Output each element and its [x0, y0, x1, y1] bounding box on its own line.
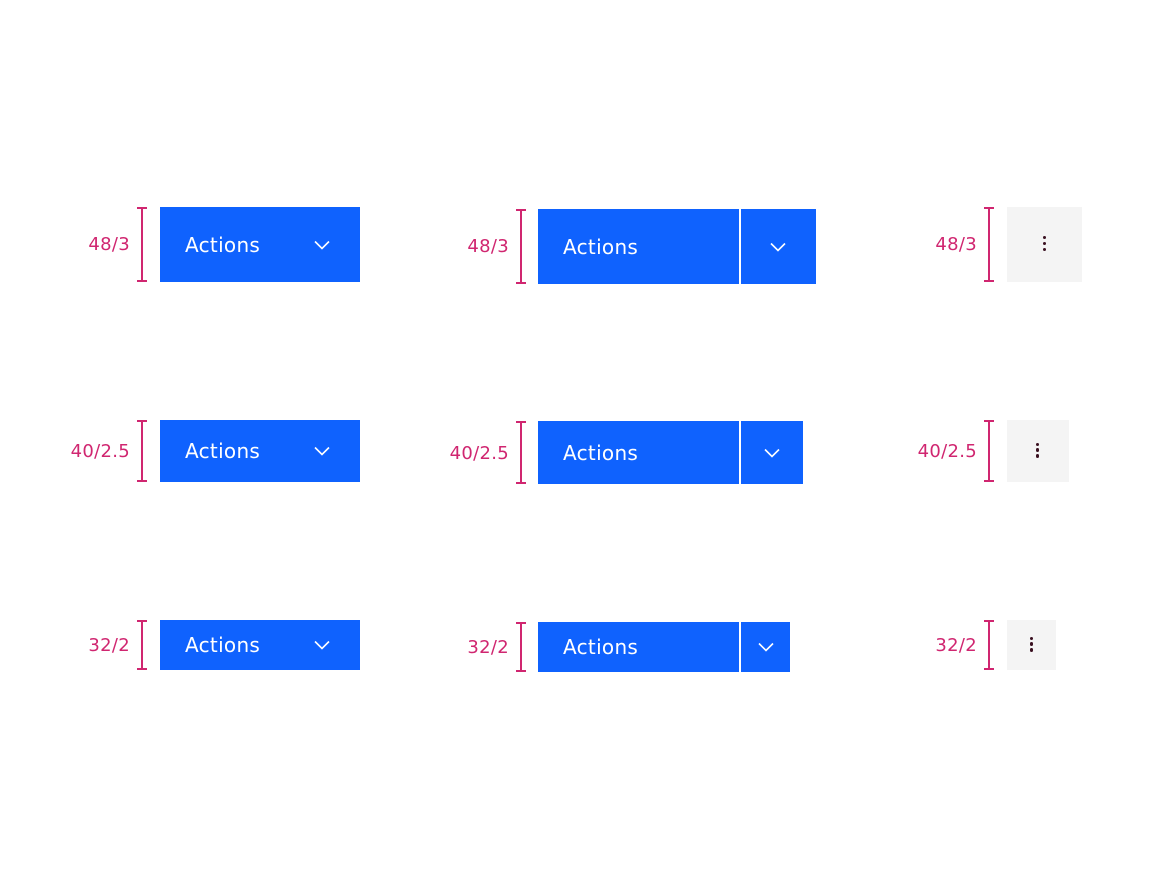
size-annotation-label: 48/3 — [935, 234, 977, 255]
menu-button-actions[interactable]: Actions — [160, 620, 360, 670]
height-bracket — [984, 620, 994, 670]
chevron-down-icon — [757, 642, 774, 652]
size-annotation-label: 32/2 — [467, 637, 509, 658]
split-button-label: Actions — [563, 234, 639, 259]
menu-button-label: Actions — [185, 633, 261, 657]
split-button-primary-action[interactable]: Actions — [538, 209, 739, 284]
chevron-down-icon — [763, 448, 780, 458]
height-bracket — [516, 622, 526, 672]
overflow-menu-vertical-icon — [1042, 236, 1047, 254]
chevron-down-icon — [314, 240, 330, 250]
chevron-down-icon — [769, 242, 786, 252]
height-bracket — [137, 620, 147, 670]
overflow-menu-vertical-icon — [1036, 442, 1040, 461]
menu-button-actions[interactable]: Actions — [160, 420, 360, 482]
size-annotation-label: 40/2.5 — [449, 443, 509, 464]
size-annotation-label: 40/2.5 — [70, 441, 130, 462]
split-button-primary-action[interactable]: Actions — [538, 622, 739, 672]
size-annotation-label: 32/2 — [88, 635, 130, 656]
split-button-label: Actions — [563, 440, 639, 465]
size-annotation-label: 48/3 — [467, 236, 509, 257]
menu-button-actions[interactable]: Actions — [160, 207, 360, 282]
height-bracket — [984, 207, 994, 282]
overflow-menu-button[interactable] — [1007, 620, 1056, 670]
menu-button-label: Actions — [185, 439, 261, 463]
overflow-menu-button[interactable] — [1007, 207, 1082, 282]
overflow-menu-button[interactable] — [1007, 420, 1069, 482]
overflow-menu-vertical-icon — [1029, 636, 1034, 655]
size-annotation-label: 32/2 — [935, 635, 977, 656]
height-bracket — [984, 420, 994, 482]
split-button-menu-trigger[interactable] — [740, 622, 790, 672]
split-button-label: Actions — [563, 635, 639, 659]
height-bracket — [137, 420, 147, 482]
size-annotation-label: 48/3 — [88, 234, 130, 255]
split-button-primary-action[interactable]: Actions — [538, 421, 739, 484]
chevron-down-icon — [314, 446, 330, 456]
height-bracket — [516, 209, 526, 284]
height-bracket — [137, 207, 147, 282]
height-bracket — [516, 421, 526, 484]
size-annotation-label: 40/2.5 — [917, 441, 977, 462]
split-button-menu-trigger[interactable] — [740, 421, 803, 484]
chevron-down-icon — [314, 640, 330, 650]
split-button-menu-trigger[interactable] — [740, 209, 816, 284]
menu-button-label: Actions — [185, 232, 261, 257]
